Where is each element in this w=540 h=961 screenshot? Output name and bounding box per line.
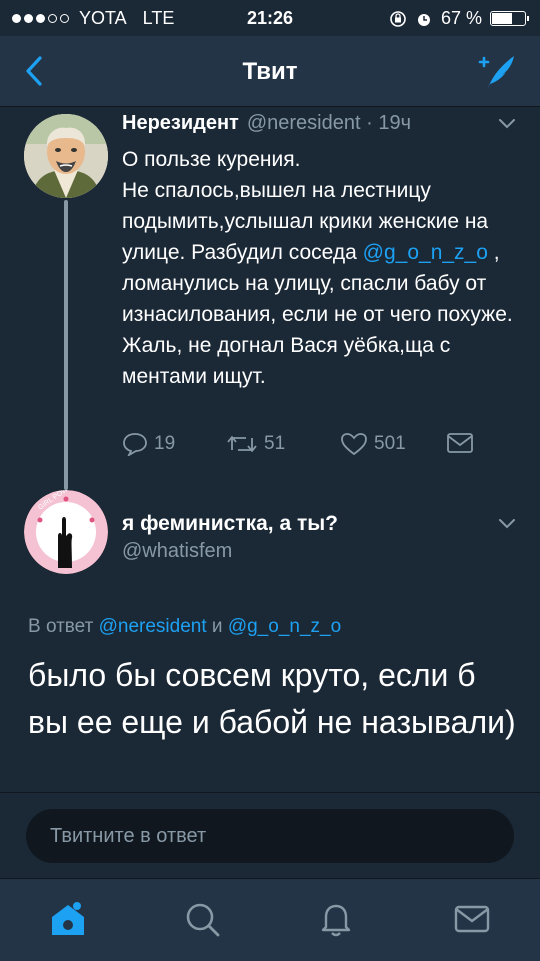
mention-link[interactable]: @g_o_n_z_o (363, 241, 488, 264)
author-name[interactable]: Нерезидент (122, 112, 239, 134)
chevron-down-icon[interactable] (498, 518, 516, 530)
reply-and: и (211, 616, 223, 637)
reply-context: В ответ @neresident и @g_o_n_z_o (28, 616, 341, 638)
notifications-bell-icon[interactable] (314, 897, 358, 941)
rotation-lock-icon (390, 10, 406, 27)
tweet-reply[interactable]: GIRL POWER я феминистка, а ты? @whatisfe… (0, 490, 540, 790)
mail-icon (447, 433, 473, 453)
messages-mail-icon[interactable] (450, 897, 494, 941)
page-title: Твит (242, 58, 298, 85)
like-count: 501 (374, 433, 406, 454)
like-button[interactable]: 501 (340, 432, 406, 456)
avatar[interactable] (24, 114, 108, 198)
retweet-icon (227, 436, 257, 452)
battery-icon (490, 11, 529, 26)
tweet-actions: 19 51 501 (122, 432, 492, 462)
reply-count: 19 (154, 433, 176, 454)
nav-bar: Твит (0, 36, 540, 107)
chevron-down-icon[interactable] (498, 118, 516, 130)
reply-icon (123, 433, 147, 456)
mention-link[interactable]: @g_o_n_z_o (228, 616, 341, 637)
search-icon[interactable] (180, 897, 224, 941)
tweet-time: · 19ч (366, 112, 411, 134)
tweet-header: Нерезидент @neresident · 19ч (122, 112, 411, 135)
profile-picture (24, 114, 108, 198)
retweet-count: 51 (264, 433, 286, 454)
author-name[interactable]: я феминистка, а ты? (122, 512, 338, 536)
reply-button[interactable]: 19 (122, 432, 175, 456)
reply-prefix: В ответ (28, 616, 94, 637)
tab-bar (0, 878, 540, 961)
status-right: 67 % (389, 8, 529, 29)
share-dm-button[interactable] (446, 432, 474, 454)
status-bar: YOTA LTE 21:26 67 % (0, 0, 540, 36)
tweet-text: было бы совсем круто, если б вы ее еще и… (28, 657, 516, 740)
battery-percent: 67 % (440, 8, 482, 28)
tweet-original[interactable]: Нерезидент @neresident · 19ч О пользе кур… (0, 106, 540, 476)
home-icon[interactable] (46, 897, 90, 941)
alarm-icon (417, 13, 430, 26)
retweet-button[interactable]: 51 (226, 432, 285, 456)
girl-power-badge: GIRL POWER (24, 490, 108, 574)
avatar[interactable]: GIRL POWER (24, 490, 108, 574)
author-handle[interactable]: @neresident (247, 112, 361, 134)
heart-icon (341, 433, 367, 456)
mention-link[interactable]: @neresident (99, 616, 207, 637)
compose-tweet-icon[interactable] (474, 52, 518, 90)
thread-connector (64, 200, 68, 490)
tweet-text: О пользе курения. Не спалось,вышел на ле… (122, 144, 522, 392)
reply-input[interactable]: Твитните в ответ (26, 809, 514, 863)
reply-bar: Твитните в ответ (0, 792, 540, 879)
author-handle[interactable]: @whatisfem (122, 540, 232, 563)
